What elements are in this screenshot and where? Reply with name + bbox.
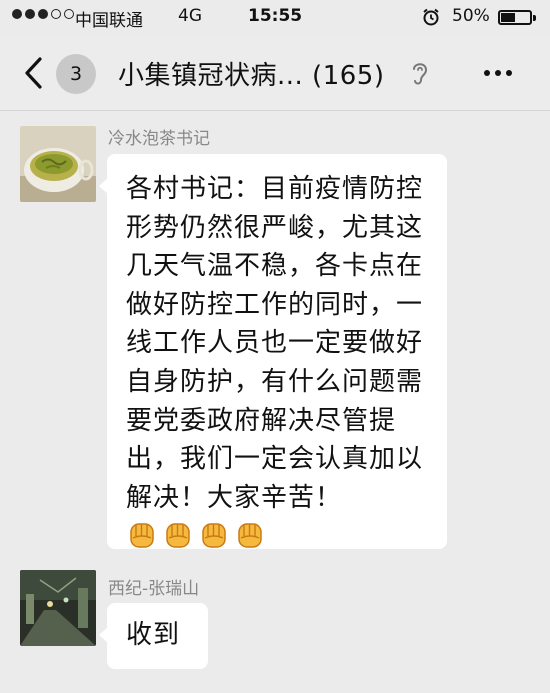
network-type: 4G — [178, 6, 202, 26]
status-time: 15:55 — [248, 6, 303, 26]
signal-strength-icon — [12, 9, 74, 19]
night-street-avatar[interactable] — [20, 570, 96, 646]
chevron-left-icon[interactable] — [22, 56, 44, 94]
signal-dot — [25, 9, 35, 19]
chat-header: 3 小集镇冠状病... (165) — [0, 36, 550, 111]
more-dots-icon[interactable] — [484, 70, 512, 76]
alarm-clock-icon — [422, 8, 440, 31]
message-text: 各村书记：目前疫情防控形势仍然很严峻，尤其这几天气温不稳，各卡点在做好防控工作的… — [126, 170, 429, 562]
fist-emoji-icon — [234, 518, 266, 562]
status-bar: 中国联通 4G 15:55 50% — [0, 0, 550, 36]
battery-percent: 50% — [452, 6, 490, 26]
battery-level — [501, 13, 515, 22]
signal-dot — [38, 9, 48, 19]
message-body: 各村书记：目前疫情防控形势仍然很严峻，尤其这几天气温不稳，各卡点在做好防控工作的… — [126, 174, 424, 513]
signal-dot — [64, 9, 74, 19]
emoji-group — [126, 518, 266, 562]
fist-emoji-icon — [126, 518, 158, 562]
signal-dot — [12, 9, 22, 19]
message-bubble[interactable]: 各村书记：目前疫情防控形势仍然很严峻，尤其这几天气温不稳，各卡点在做好防控工作的… — [99, 154, 447, 549]
ear-icon — [410, 59, 430, 91]
unread-count-badge[interactable]: 3 — [56, 54, 96, 94]
fist-emoji-icon — [162, 518, 194, 562]
carrier-name: 中国联通 — [75, 11, 143, 31]
tea-cup-avatar[interactable] — [20, 126, 96, 202]
chat-title: 小集镇冠状病... (165) — [118, 61, 385, 91]
message-text: 收到 — [126, 620, 181, 650]
fist-emoji-icon — [198, 518, 230, 562]
sender-name: 西纪-张瑞山 — [108, 579, 200, 599]
signal-dot — [51, 9, 61, 19]
sender-name: 冷水泡茶书记 — [108, 129, 210, 149]
message-bubble[interactable]: 收到 — [99, 603, 208, 669]
battery-icon — [498, 10, 536, 25]
